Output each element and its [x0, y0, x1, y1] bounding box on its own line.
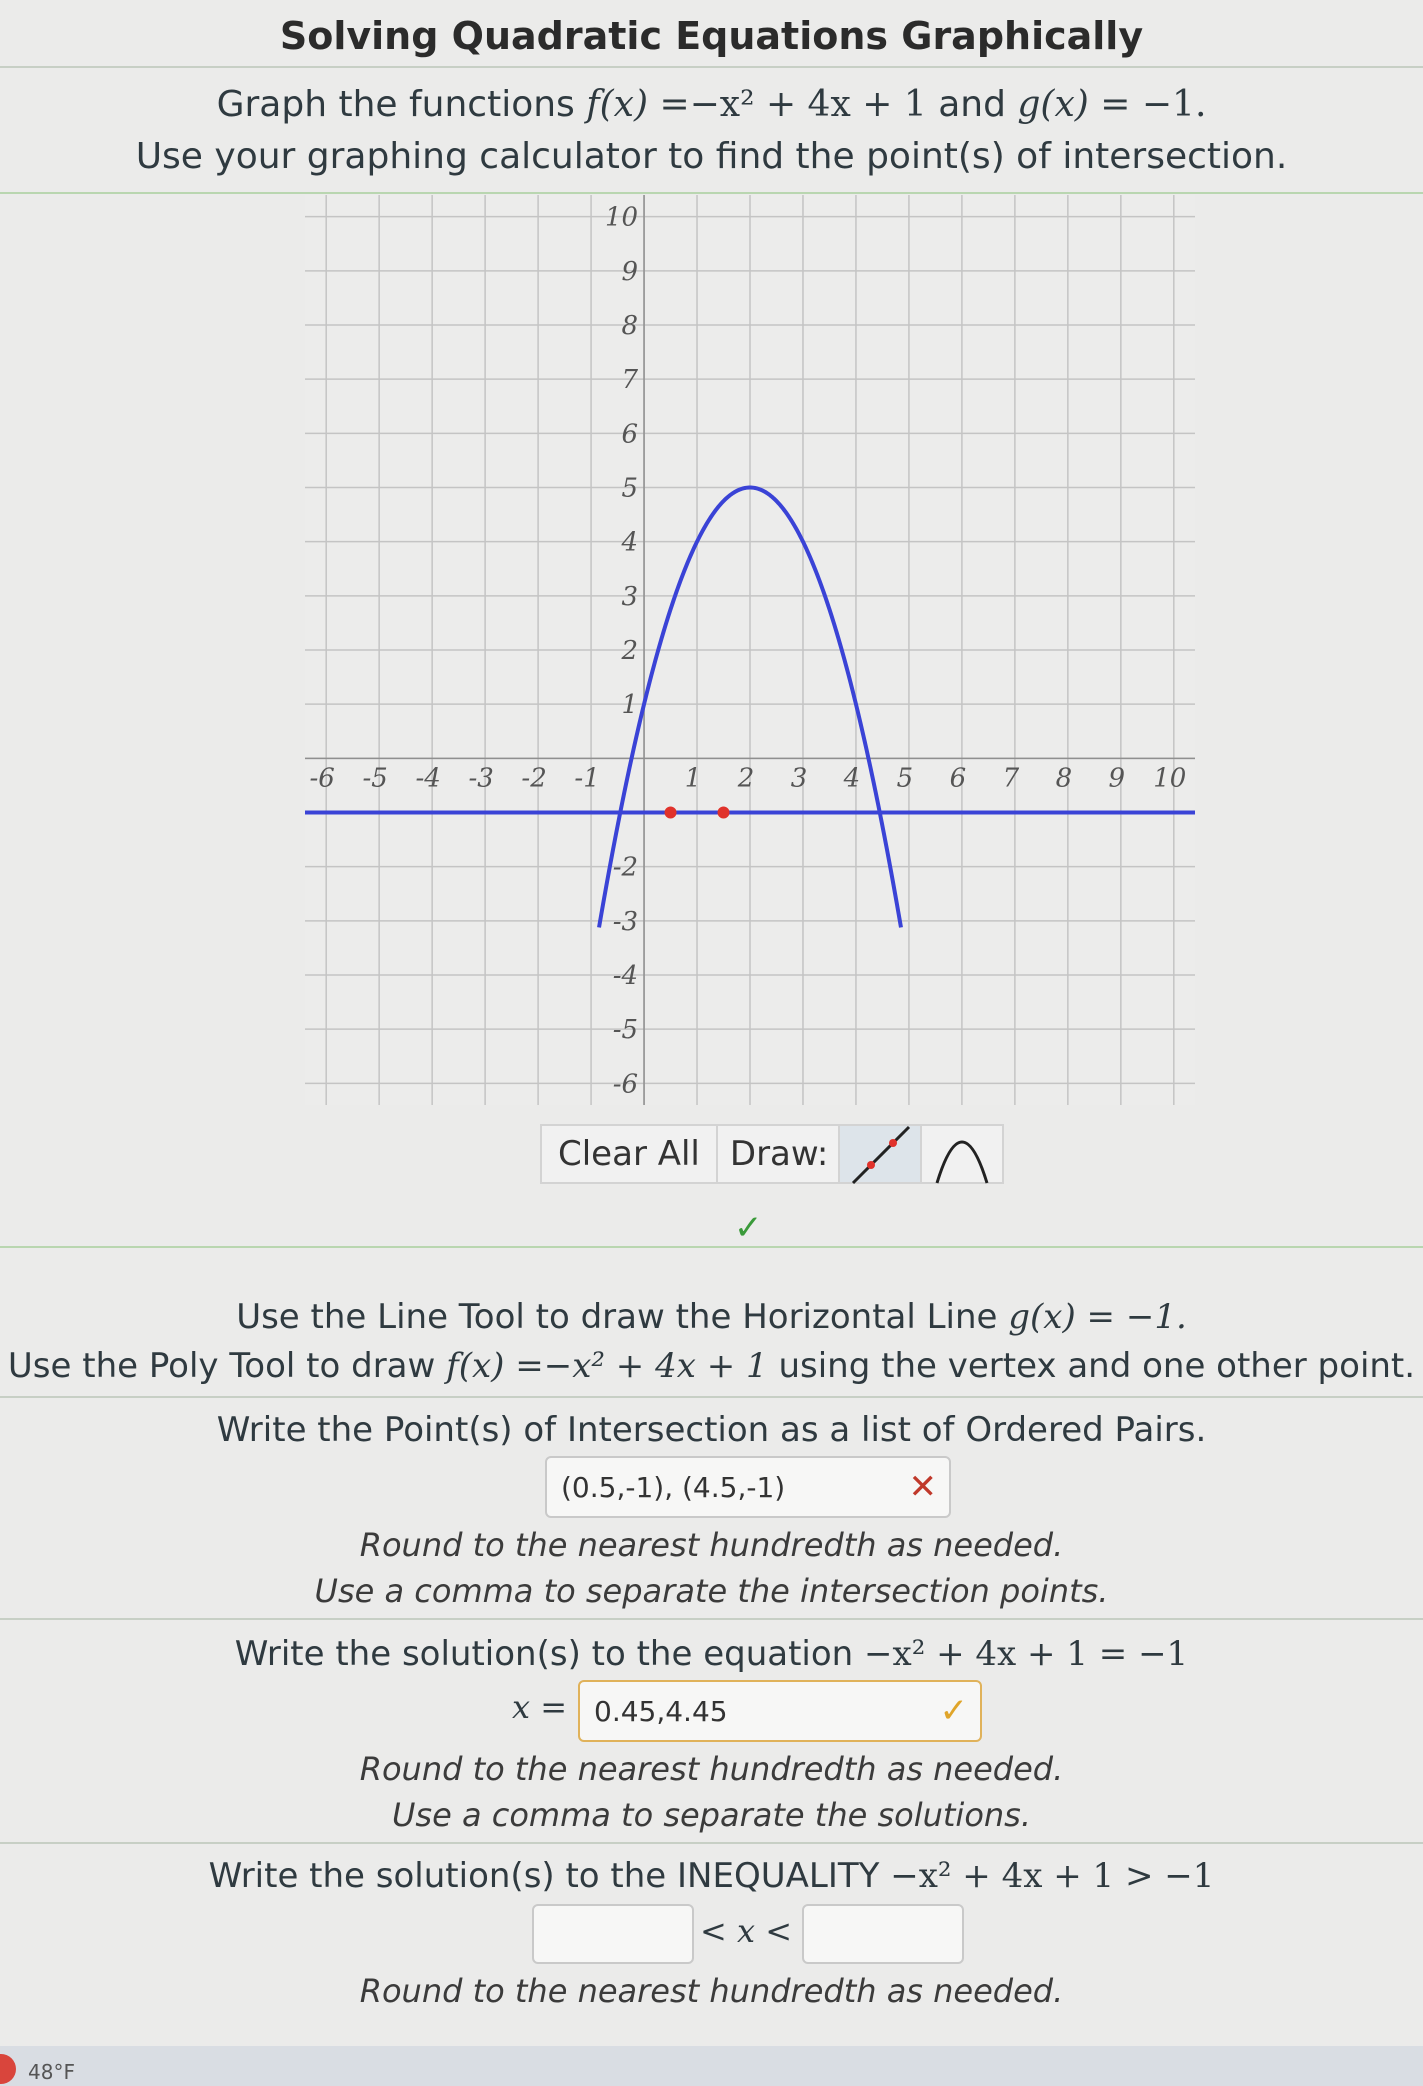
- inequality-middle: < x <: [700, 1912, 793, 1950]
- divider: [0, 1842, 1423, 1844]
- x-tick-label: 2: [737, 763, 755, 793]
- y-tick-label: 7: [622, 365, 639, 395]
- q3-prompt: Write the solution(s) to the INEQUALITY …: [0, 1856, 1423, 1896]
- intersection-points-value: (0.5,-1), (4.5,-1): [561, 1470, 786, 1504]
- y-tick-label: 6: [622, 419, 639, 449]
- equation-solutions-value: 0.45,4.45: [594, 1694, 728, 1728]
- q1-prompt: Write the Point(s) of Intersection as a …: [216, 1410, 1207, 1450]
- line-tool-icon: [852, 1125, 911, 1185]
- x-tick-label: 7: [1003, 763, 1020, 793]
- poly-tool-direction-suffix: using the vertex and one other point.: [778, 1346, 1416, 1386]
- page-title: Solving Quadratic Equations Graphically: [279, 14, 1144, 58]
- poly-tool-direction: Use the Poly Tool to draw f(x) =−x² + 4x…: [0, 1346, 1423, 1386]
- y-tick-label: 2: [621, 636, 639, 666]
- inequality-upper-input[interactable]: [802, 1904, 964, 1964]
- parabola-tool-icon: [935, 1140, 989, 1184]
- x-tick-label: -6: [310, 763, 335, 793]
- plotted-point: [664, 806, 677, 819]
- x-tick-label: -1: [574, 763, 599, 793]
- graph-canvas[interactable]: -6 -5 -4 -3 -2 -1 1 2 3 4 5 6 7 8 9 10 10 9 8 7 6 5 4 3 2 1 -2 -3 -4…: [305, 195, 1195, 1105]
- x-tick-label: 9: [1109, 763, 1126, 793]
- correct-check-icon: ✓: [939, 1691, 969, 1731]
- g-expression: −1.: [1141, 84, 1207, 125]
- x-tick-label: 5: [897, 763, 914, 793]
- q1-note-round: Round to the nearest hundredth as needed…: [359, 1526, 1064, 1564]
- poly-tool-button[interactable]: [922, 1124, 1005, 1184]
- y-tick-label: 8: [622, 311, 639, 341]
- x-tick-label: -2: [521, 763, 546, 793]
- equation-solutions-input[interactable]: 0.45,4.45 ✓: [578, 1680, 982, 1742]
- x-tick-label: -3: [468, 763, 493, 793]
- y-tick-label: 10: [605, 203, 638, 233]
- q2-equation: −x² + 4x + 1 = −1: [864, 1634, 1189, 1674]
- clear-all-button[interactable]: Clear All: [540, 1124, 718, 1184]
- taskbar: [0, 2046, 1423, 2086]
- f-label: f(x) =: [586, 84, 690, 125]
- poly-tool-direction-math: f(x) =−x² + 4x + 1: [446, 1346, 768, 1386]
- y-tick-label: -5: [613, 1015, 638, 1045]
- incorrect-x-icon: ✕: [908, 1467, 938, 1507]
- and-word: and: [938, 84, 1006, 125]
- q3-note-round: Round to the nearest hundredth as needed…: [359, 1972, 1064, 2010]
- graph-correct-check-icon: ✓: [734, 1208, 763, 1248]
- x-tick-label: 6: [950, 763, 967, 793]
- f-expression: −x² + 4x + 1: [689, 84, 927, 125]
- q2-note-round: Round to the nearest hundredth as needed…: [359, 1750, 1064, 1788]
- plotted-point: [717, 806, 730, 819]
- q2-prompt: Write the solution(s) to the equation −x…: [0, 1634, 1423, 1674]
- line-tool-direction-math: g(x) = −1.: [1008, 1297, 1187, 1337]
- y-tick-label: -2: [613, 853, 638, 883]
- divider: [0, 66, 1423, 68]
- draw-label: Draw:: [717, 1124, 841, 1184]
- q3-inequality: −x² + 4x + 1 > −1: [890, 1856, 1215, 1896]
- x-tick-label: 1: [685, 763, 702, 793]
- y-tick-label: -6: [613, 1069, 638, 1099]
- x-tick-label: 8: [1056, 763, 1073, 793]
- y-tick-label: 3: [622, 582, 639, 612]
- instruction-line-1: Graph the functions f(x) =−x² + 4x + 1 a…: [0, 84, 1423, 125]
- q3-prompt-text: Write the solution(s) to the INEQUALITY: [208, 1856, 880, 1896]
- divider: [0, 1246, 1423, 1248]
- q1-note-comma: Use a comma to separate the intersection…: [314, 1572, 1109, 1610]
- poly-tool-direction-text: Use the Poly Tool to draw: [7, 1346, 436, 1386]
- intersection-points-input[interactable]: (0.5,-1), (4.5,-1) ✕: [545, 1456, 951, 1518]
- y-tick-label: 9: [622, 257, 639, 287]
- line-tool-direction: Use the Line Tool to draw the Horizontal…: [0, 1297, 1423, 1337]
- divider: [0, 192, 1423, 194]
- x-tick-label: 4: [843, 763, 861, 793]
- y-tick-label: 1: [622, 690, 639, 720]
- weather-text[interactable]: 48°F: [28, 2060, 75, 2084]
- q2-note-comma: Use a comma to separate the solutions.: [391, 1796, 1032, 1834]
- instruction-prefix: Graph the functions: [216, 84, 575, 125]
- divider: [0, 1618, 1423, 1620]
- q2-prompt-text: Write the solution(s) to the equation: [234, 1634, 854, 1674]
- x-tick-label: -4: [415, 763, 440, 793]
- inequality-lower-input[interactable]: [532, 1904, 694, 1964]
- g-label: g(x) =: [1017, 84, 1131, 125]
- y-tick-label: 4: [621, 528, 639, 558]
- x-tick-label: -5: [363, 763, 388, 793]
- y-tick-label: 5: [622, 474, 639, 504]
- x-tick-label: 3: [791, 763, 808, 793]
- line-tool-direction-text: Use the Line Tool to draw the Horizontal…: [236, 1297, 998, 1337]
- x-tick-label: 10: [1153, 763, 1186, 793]
- y-tick-label: -4: [613, 961, 638, 991]
- x-equals-label: x =: [512, 1688, 568, 1726]
- graph-toolbar: Clear All Draw:: [540, 1124, 1005, 1185]
- divider: [0, 1396, 1423, 1398]
- instruction-line-2: Use your graphing calculator to find the…: [135, 136, 1288, 177]
- y-tick-label: -3: [613, 907, 638, 937]
- line-tool-button[interactable]: [840, 1124, 923, 1185]
